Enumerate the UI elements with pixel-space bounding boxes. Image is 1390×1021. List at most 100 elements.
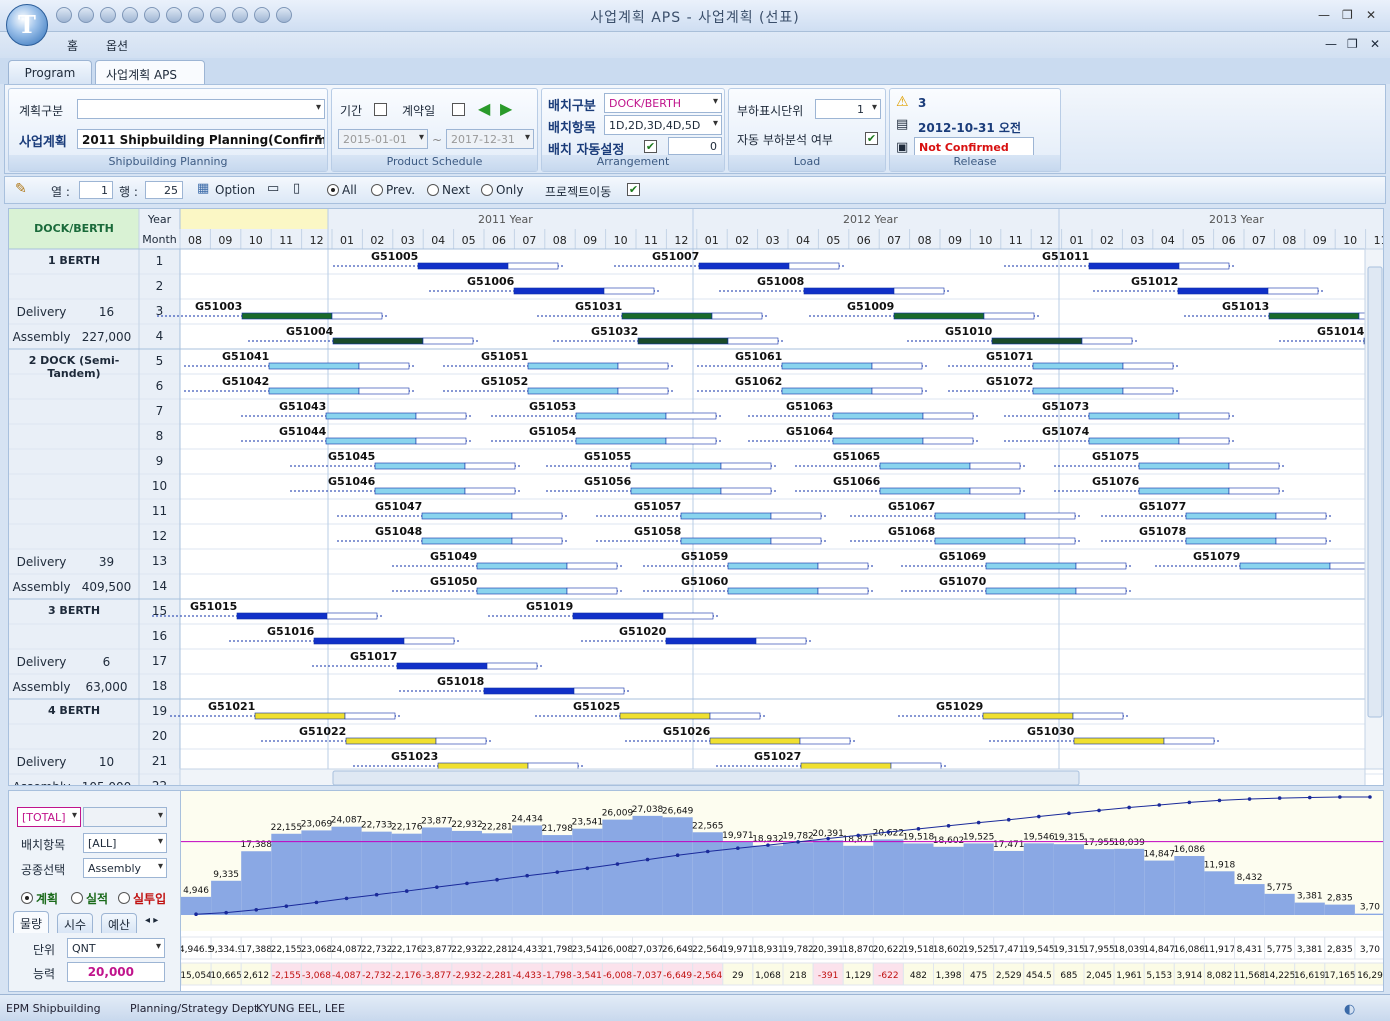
col-spin[interactable]: 1 bbox=[79, 181, 113, 199]
row-number: 3 bbox=[155, 304, 164, 318]
month-label: 05 bbox=[461, 234, 476, 247]
load-bar bbox=[361, 831, 392, 915]
radio-plan[interactable] bbox=[21, 892, 33, 904]
load-cell-value: 475 bbox=[970, 971, 987, 981]
delivery-label: Delivery bbox=[16, 555, 67, 569]
load-bar bbox=[843, 845, 874, 915]
task-name: G51012 bbox=[1131, 275, 1179, 288]
task-name: G51075 bbox=[1092, 450, 1140, 463]
tab-aps[interactable]: 사업계획 APS ✕ bbox=[95, 60, 205, 98]
task-name: G51005 bbox=[371, 250, 419, 263]
load-bar-label: 24,434 bbox=[511, 814, 543, 824]
app-menu-button[interactable]: T bbox=[6, 4, 48, 46]
menu-options[interactable]: 옵션 bbox=[106, 37, 128, 54]
load-unit-select[interactable]: 1 bbox=[815, 99, 881, 119]
maximize-button[interactable]: ❐ bbox=[1342, 8, 1353, 22]
arr-item-select[interactable]: 1D,2D,3D,4D,5D bbox=[604, 115, 722, 135]
row-spin[interactable]: 25 bbox=[145, 181, 183, 199]
item-select[interactable]: [ALL] bbox=[83, 833, 167, 853]
radio-only[interactable] bbox=[481, 184, 493, 196]
load-bar bbox=[1144, 860, 1175, 915]
close-button[interactable]: ✕ bbox=[1366, 8, 1376, 22]
radio-next[interactable] bbox=[427, 184, 439, 196]
col-label: 열 : bbox=[51, 185, 70, 199]
load-cell-value: -4,433 bbox=[513, 971, 542, 981]
capacity-input[interactable]: 20,000 bbox=[67, 962, 165, 982]
load-bar-label: 2,835 bbox=[1327, 894, 1353, 904]
task-name: G51008 bbox=[757, 275, 805, 288]
minimize-button[interactable]: — bbox=[1318, 8, 1330, 22]
row-number: 12 bbox=[151, 529, 168, 543]
assembly-label: Assembly bbox=[12, 580, 71, 594]
task-name: G51013 bbox=[1222, 300, 1270, 313]
page-icon[interactable]: ▯ bbox=[293, 181, 300, 196]
load-bar-label: 19,518 bbox=[903, 832, 935, 842]
radio-input-label: 실투입 bbox=[133, 892, 167, 906]
radio-all[interactable] bbox=[327, 184, 339, 196]
unit-select[interactable]: QNT bbox=[67, 938, 165, 958]
tab-label: 예산 bbox=[108, 918, 131, 932]
radio-prev[interactable] bbox=[371, 184, 383, 196]
date-to[interactable]: 2017-12-31 bbox=[446, 129, 534, 149]
month-label: 08 bbox=[188, 234, 202, 247]
process-select[interactable]: Assembly bbox=[83, 858, 167, 878]
radio-input[interactable] bbox=[118, 892, 130, 904]
auto-arrange-spin[interactable]: 0 bbox=[668, 137, 722, 155]
load-bar-label: 18,039 bbox=[1113, 838, 1145, 848]
delivery-value: 6 bbox=[102, 655, 111, 669]
menu-home[interactable]: 홈 bbox=[67, 37, 78, 54]
tab-scroll-icon[interactable]: ◂ ▸ bbox=[145, 915, 158, 926]
tab-program[interactable]: Program bbox=[8, 60, 92, 84]
monitor-icon[interactable]: ▭ bbox=[267, 181, 279, 196]
prev-arrow-icon[interactable]: ◀ bbox=[478, 99, 490, 118]
arr-type-label: 배치구분 bbox=[548, 99, 596, 114]
row-number: 2 bbox=[155, 279, 164, 293]
doc-restore-button[interactable]: ❐ bbox=[1347, 37, 1358, 51]
next-arrow-icon[interactable]: ▶ bbox=[500, 99, 512, 118]
tab-qty[interactable]: 물량 bbox=[13, 911, 50, 933]
month-label: 01 bbox=[704, 234, 719, 247]
arr-type-select[interactable]: DOCK/BERTH bbox=[604, 93, 722, 113]
task-name: G51051 bbox=[481, 350, 529, 363]
total-select[interactable]: [TOTAL] bbox=[17, 807, 81, 827]
doc-minimize-button[interactable]: — bbox=[1325, 37, 1337, 51]
row-number: 22 bbox=[151, 779, 168, 786]
contract-checkbox[interactable] bbox=[452, 103, 465, 116]
group-caption: Load bbox=[729, 155, 885, 171]
task-name: G51025 bbox=[573, 700, 621, 713]
gantt-chart[interactable]: 08 09 10 11 12 01 02 03 04 05 06 07 08 09 10 11 12 01 02 03… bbox=[8, 208, 1384, 786]
option-button[interactable]: Option bbox=[215, 183, 255, 197]
task-name: G51066 bbox=[833, 475, 881, 488]
month-label: 04 bbox=[1160, 234, 1175, 247]
doc-close-button[interactable]: ✕ bbox=[1370, 37, 1380, 51]
zoom-icon[interactable]: ◐ bbox=[1344, 1002, 1355, 1017]
load-cell-value: 22,281 bbox=[481, 945, 513, 955]
process-label: 공종선택 bbox=[21, 863, 66, 877]
sub-select[interactable] bbox=[83, 807, 167, 827]
auto-arrange-checkbox[interactable]: ✔ bbox=[644, 140, 657, 153]
month-label: 03 bbox=[1130, 234, 1145, 247]
group-name: 1 BERTH bbox=[47, 254, 101, 267]
project-move-checkbox[interactable]: ✔ bbox=[627, 183, 640, 196]
assembly-label: Assembly bbox=[12, 680, 71, 694]
radio-actual[interactable] bbox=[71, 892, 83, 904]
tab-budget[interactable]: 예산 bbox=[101, 913, 138, 933]
brush-icon[interactable]: ✎ bbox=[15, 181, 27, 197]
tab-hours[interactable]: 시수 bbox=[57, 913, 94, 933]
load-cell-value: 218 bbox=[789, 971, 806, 981]
task-name: G51071 bbox=[986, 350, 1034, 363]
period-checkbox[interactable] bbox=[374, 103, 387, 116]
load-cell-value: -391 bbox=[818, 971, 838, 981]
month-label: 06 bbox=[492, 234, 506, 247]
date-from[interactable]: 2015-01-01 bbox=[338, 129, 428, 149]
delivery-label: Delivery bbox=[16, 655, 67, 669]
load-cell-value: 1,961 bbox=[1116, 971, 1142, 981]
load-analysis-checkbox[interactable]: ✔ bbox=[865, 132, 878, 145]
plan-select[interactable]: 2011 Shipbuilding Planning(Confirm) bbox=[77, 129, 325, 149]
task-name: G51068 bbox=[888, 525, 936, 538]
task-name: G51074 bbox=[1042, 425, 1090, 438]
plan-type-select[interactable] bbox=[77, 99, 325, 119]
task-name: G51060 bbox=[681, 575, 729, 588]
month-label: 10 bbox=[1343, 234, 1358, 247]
load-bar-label: 21,798 bbox=[542, 824, 574, 834]
